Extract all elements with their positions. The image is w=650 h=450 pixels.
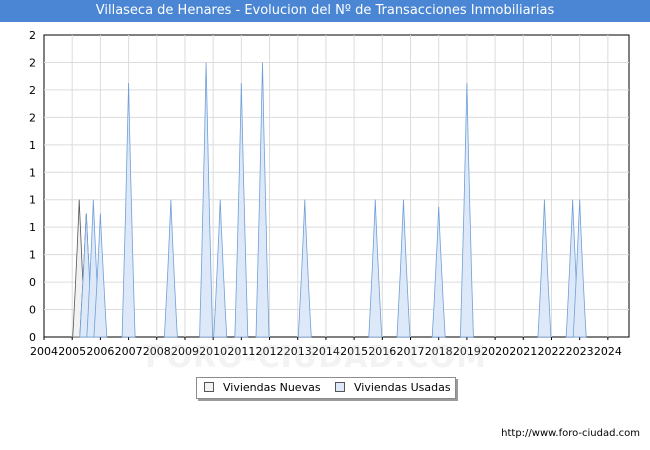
chart-area: 2004 2005 2006 2007 2008 2009 2010 2011 2012 2013…: [29, 29, 630, 358]
x-tick-label: 2004: [30, 345, 58, 358]
x-tick-label: 2022: [537, 345, 565, 358]
x-tick-label: 2024: [594, 345, 622, 358]
x-tick-label: 2007: [115, 345, 143, 358]
source-url: http://www.foro-ciudad.com: [501, 428, 640, 439]
legend-item-nuevas: Viviendas Nuevas: [204, 381, 321, 395]
y-axis-labels: 0 0 0 1 1 1 1 1 2 2 2 2: [29, 29, 36, 344]
legend-item-usadas: Viviendas Usadas: [335, 381, 451, 395]
legend-swatch-usadas: [335, 382, 345, 392]
y-tick-label: 0: [29, 331, 36, 344]
x-tick-label: 2021: [509, 345, 537, 358]
watermark: FORO-CIUDAD.COM: [145, 340, 487, 375]
legend-label-usadas: Viviendas Usadas: [354, 381, 451, 394]
y-tick-label: 1: [29, 249, 36, 262]
x-tick-label: 2023: [566, 345, 594, 358]
x-tick-label: 2006: [86, 345, 114, 358]
legend: Viviendas Nuevas Viviendas Usadas: [196, 377, 456, 399]
y-tick-label: 2: [29, 56, 36, 69]
legend-swatch-nuevas: [204, 382, 214, 392]
y-tick-label: 1: [29, 166, 36, 179]
legend-label-nuevas: Viviendas Nuevas: [223, 381, 321, 394]
y-tick-label: 1: [29, 139, 36, 152]
chart-title: Villaseca de Henares - Evolucion del Nº …: [0, 0, 650, 22]
y-tick-label: 2: [29, 29, 36, 42]
y-tick-label: 1: [29, 194, 36, 207]
y-tick-label: 1: [29, 221, 36, 234]
y-tick-label: 2: [29, 111, 36, 124]
y-tick-label: 0: [29, 276, 36, 289]
y-tick-label: 0: [29, 304, 36, 317]
x-tick-label: 2005: [58, 345, 86, 358]
y-tick-label: 2: [29, 84, 36, 97]
